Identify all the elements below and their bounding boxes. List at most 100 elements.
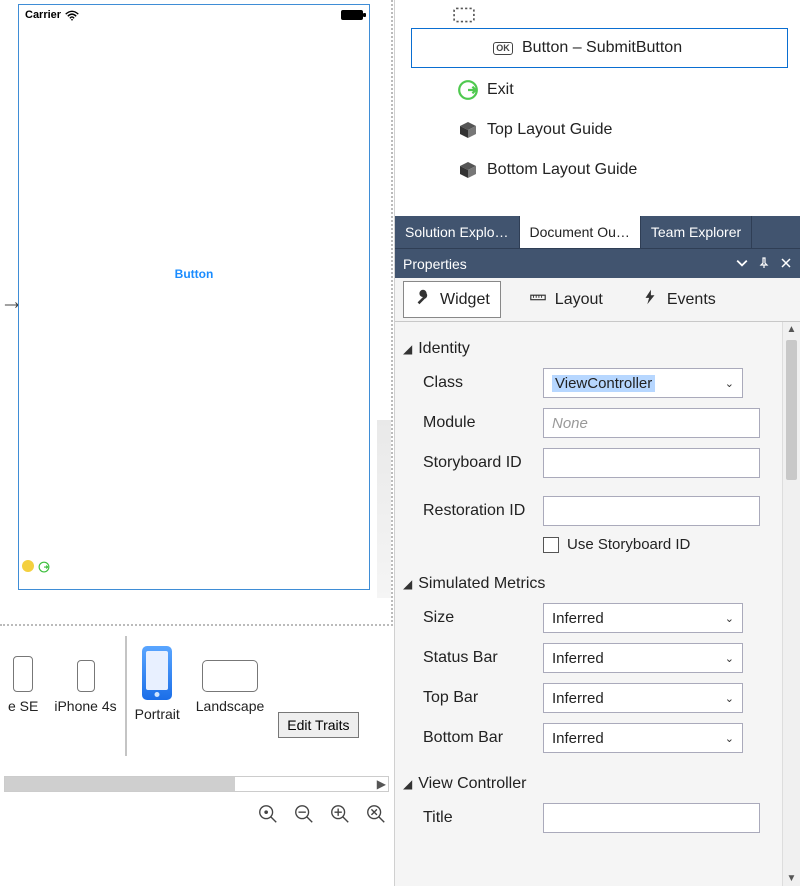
section-label: Identity — [418, 340, 470, 358]
caret-down-icon: ◢ — [403, 777, 412, 791]
tab-layout[interactable]: Layout — [519, 282, 613, 317]
scrollbar-thumb[interactable] — [5, 777, 235, 791]
section-label: View Controller — [418, 775, 526, 793]
chevron-down-icon: ⌄ — [725, 652, 734, 665]
edit-traits-button[interactable]: Edit Traits — [278, 712, 358, 738]
zoom-actual-icon[interactable] — [365, 803, 387, 825]
canvas-button[interactable]: Button — [175, 267, 214, 281]
canvas-vertical-scrollbar[interactable] — [377, 420, 391, 598]
prop-label: Storyboard ID — [423, 454, 535, 472]
orientation-portrait[interactable]: Portrait — [125, 636, 188, 756]
tab-team-explorer[interactable]: Team Explorer — [641, 216, 752, 248]
tab-label: Widget — [440, 291, 490, 309]
row-size: Size Inferred ⌄ — [423, 603, 776, 633]
row-class: Class ViewController ⌄ — [423, 368, 776, 398]
row-status-bar: Status Bar Inferred ⌄ — [423, 643, 776, 673]
storyboard-id-input[interactable] — [543, 448, 760, 478]
tree-row-placeholder — [401, 4, 794, 26]
chevron-down-icon: ⌄ — [725, 692, 734, 705]
tab-document-outline[interactable]: Document Ou… — [520, 216, 641, 248]
tree-row-bottom-layout[interactable]: Bottom Layout Guide — [401, 150, 794, 190]
horizontal-scrollbar[interactable]: ▶ — [4, 776, 389, 792]
tab-solution-explorer[interactable]: Solution Explo… — [395, 216, 520, 248]
row-storyboard-id: Storyboard ID — [423, 448, 776, 478]
device-label: iPhone 4s — [54, 698, 116, 714]
row-title: Title — [423, 803, 776, 833]
right-panel: OK Button – SubmitButton Exit Top Layout… — [394, 0, 800, 886]
scroll-up-icon[interactable]: ▲ — [783, 324, 800, 335]
select-value: Inferred — [552, 730, 604, 747]
section-identity[interactable]: ◢ Identity — [403, 340, 776, 358]
select-value: Inferred — [552, 690, 604, 707]
device-picker: e SE iPhone 4s Portrait Landscape Edit T… — [0, 626, 393, 756]
properties-scrollbar[interactable]: ▲ ▼ — [782, 322, 800, 886]
tree-item-label: Bottom Layout Guide — [487, 161, 637, 179]
phone-icon — [77, 660, 95, 692]
wrench-icon — [414, 288, 432, 311]
prop-label: Class — [423, 374, 535, 392]
zoom-out-icon[interactable] — [293, 803, 315, 825]
section-simulated-metrics[interactable]: ◢ Simulated Metrics — [403, 575, 776, 593]
row-restoration-id: Restoration ID — [423, 496, 776, 526]
row-module: Module — [423, 408, 776, 438]
orientation-landscape[interactable]: Landscape — [188, 636, 273, 756]
size-select[interactable]: Inferred ⌄ — [543, 603, 743, 633]
properties-header: Properties — [395, 248, 800, 278]
tree-item-label: Exit — [487, 81, 514, 99]
device-iphone-4s[interactable]: iPhone 4s — [46, 636, 124, 756]
scroll-right-icon[interactable]: ▶ — [377, 777, 386, 791]
close-icon[interactable] — [780, 256, 792, 272]
row-top-bar: Top Bar Inferred ⌄ — [423, 683, 776, 713]
dropdown-icon[interactable] — [736, 256, 748, 272]
row-use-storyboard[interactable]: Use Storyboard ID — [543, 536, 776, 553]
tree-row-exit[interactable]: Exit — [401, 70, 794, 110]
section-view-controller[interactable]: ◢ View Controller — [403, 775, 776, 793]
phone-landscape-icon — [202, 660, 258, 692]
wifi-icon — [65, 10, 79, 21]
property-tabs: Widget Layout Events — [395, 278, 800, 322]
tab-widget[interactable]: Widget — [403, 281, 501, 318]
ok-button-icon: OK — [492, 37, 514, 59]
class-combobox[interactable]: ViewController ⌄ — [543, 368, 743, 398]
select-value: Inferred — [552, 610, 604, 627]
prop-label: Status Bar — [423, 649, 535, 667]
device-frame[interactable]: Carrier Button — [18, 4, 370, 590]
document-outline: OK Button – SubmitButton Exit Top Layout… — [395, 0, 800, 216]
device-label: Landscape — [196, 698, 265, 714]
caret-down-icon: ◢ — [403, 577, 412, 591]
module-input[interactable] — [543, 408, 760, 438]
exit-icon — [457, 79, 479, 101]
prop-label: Top Bar — [423, 689, 535, 707]
checkbox-icon[interactable] — [543, 537, 559, 553]
designer-canvas[interactable]: → Carrier Button — [0, 0, 393, 626]
checkbox-label: Use Storyboard ID — [567, 536, 690, 553]
battery-icon — [341, 10, 363, 20]
zoom-in-icon[interactable] — [329, 803, 351, 825]
properties-body: ◢ Identity Class ViewController ⌄ Module… — [395, 322, 800, 886]
pin-icon[interactable] — [758, 256, 770, 272]
bottombar-select[interactable]: Inferred ⌄ — [543, 723, 743, 753]
tree-row-top-layout[interactable]: Top Layout Guide — [401, 110, 794, 150]
exit-icon-small[interactable] — [38, 560, 50, 572]
chevron-down-icon: ⌄ — [725, 612, 734, 625]
title-input[interactable] — [543, 803, 760, 833]
viewcontroller-icon[interactable] — [22, 560, 34, 572]
tree-item-label: Top Layout Guide — [487, 121, 612, 139]
tab-events[interactable]: Events — [631, 282, 726, 317]
topbar-select[interactable]: Inferred ⌄ — [543, 683, 743, 713]
select-value: Inferred — [552, 650, 604, 667]
restoration-id-input[interactable] — [543, 496, 760, 526]
scroll-down-icon[interactable]: ▼ — [783, 873, 800, 884]
scrollbar-thumb[interactable] — [786, 340, 797, 480]
prop-label: Title — [423, 809, 535, 827]
storyboard-designer: → Carrier Button — [0, 0, 394, 886]
scrollbar-thumb[interactable] — [379, 420, 389, 442]
tree-row-button[interactable]: OK Button – SubmitButton — [411, 28, 788, 68]
statusbar-select[interactable]: Inferred ⌄ — [543, 643, 743, 673]
properties-title: Properties — [403, 256, 467, 272]
carrier-label: Carrier — [25, 9, 61, 21]
panel-tabs: Solution Explo… Document Ou… Team Explor… — [395, 216, 800, 248]
device-iphone-se[interactable]: e SE — [0, 636, 46, 756]
zoom-fit-icon[interactable] — [257, 803, 279, 825]
class-value: ViewController — [552, 375, 655, 392]
